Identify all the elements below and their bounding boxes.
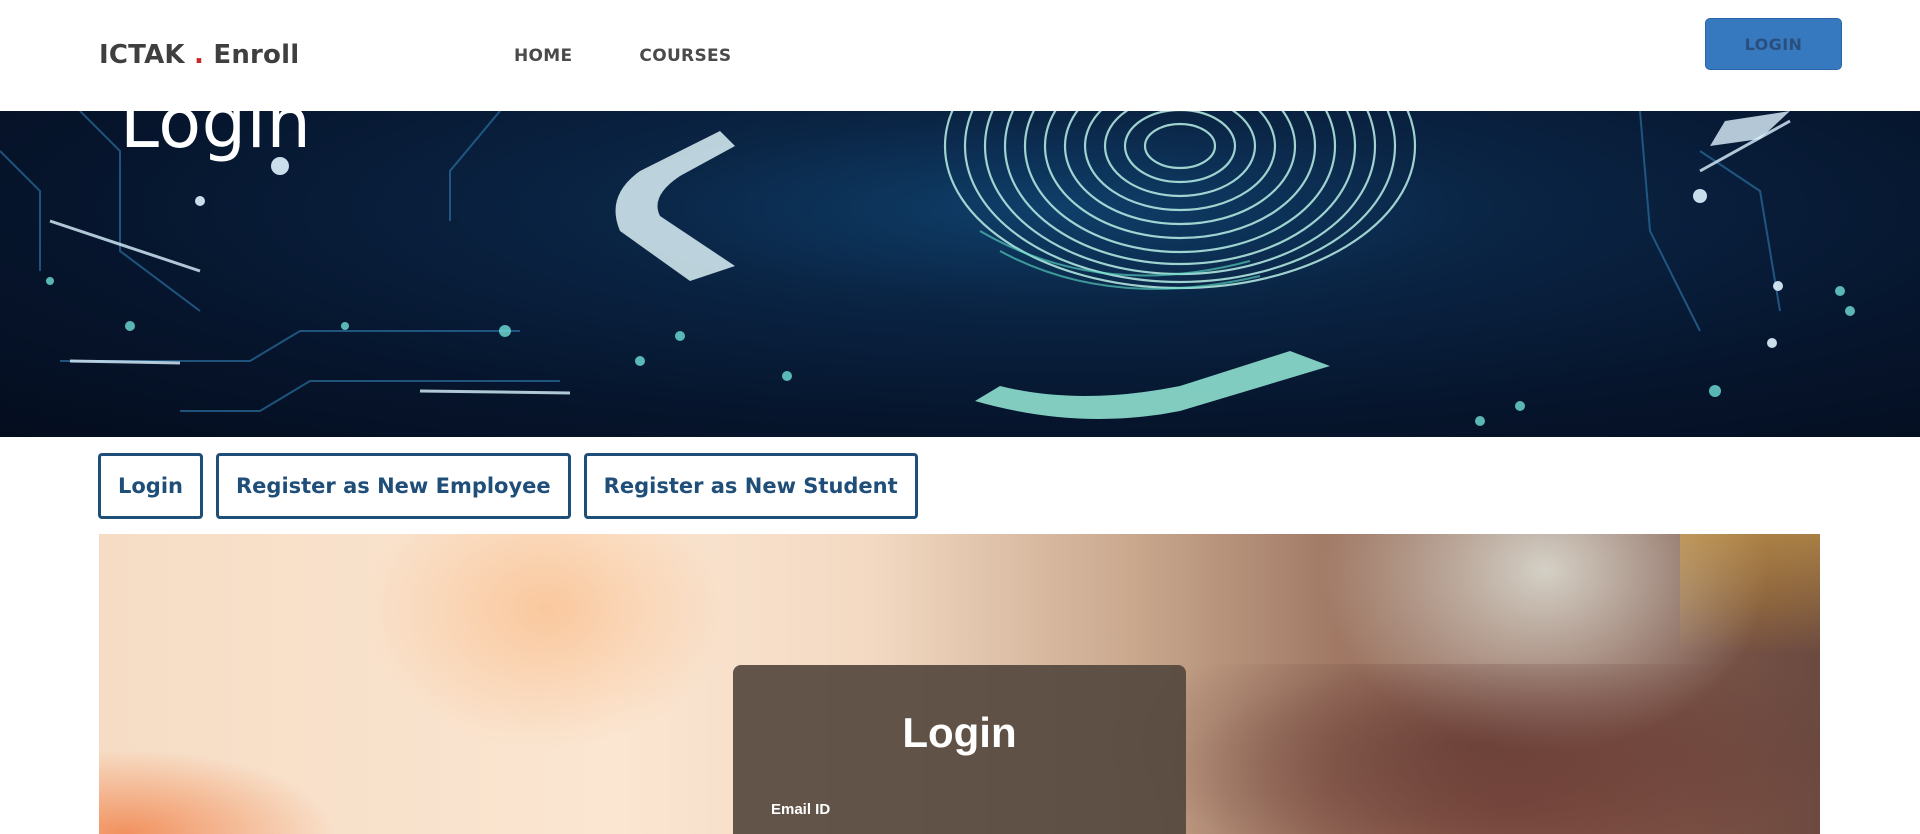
hero-title: Login [120, 111, 312, 164]
main-nav: HOME COURSES [514, 46, 731, 66]
login-card: Login Email ID [733, 665, 1186, 834]
nav-courses-link[interactable]: COURSES [639, 46, 731, 66]
tab-login[interactable]: Login [98, 453, 203, 519]
background-highlight [1680, 534, 1820, 654]
brand-dot: . [194, 40, 205, 70]
tab-register-employee[interactable]: Register as New Employee [216, 453, 571, 519]
top-navbar: ICTAK . Enroll HOME COURSES LOGIN [0, 0, 1920, 111]
brand-name: ICTAK [99, 40, 185, 70]
hero-banner: Login [0, 111, 1920, 437]
brand-logo[interactable]: ICTAK . Enroll [99, 40, 299, 70]
nav-home-link[interactable]: HOME [514, 46, 572, 66]
background-shade [1099, 664, 1820, 834]
login-form-title: Login [902, 709, 1017, 756]
tab-register-student[interactable]: Register as New Student [583, 453, 918, 519]
email-input[interactable] [771, 820, 1148, 834]
auth-tabs: Login Register as New Employee Register … [98, 453, 918, 519]
brand-suffix: Enroll [213, 40, 300, 70]
header-login-button[interactable]: LOGIN [1705, 18, 1842, 70]
email-label: Email ID [771, 801, 831, 818]
